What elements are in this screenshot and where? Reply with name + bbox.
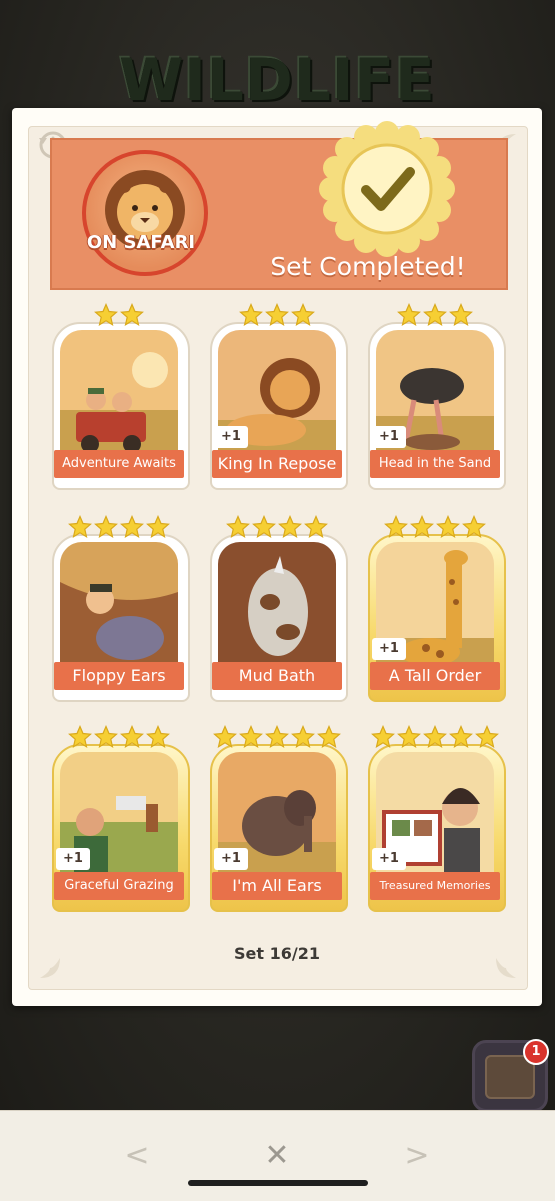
- star-icon: [475, 725, 499, 749]
- sticker-card[interactable]: +1 Graceful Grazing: [52, 722, 190, 912]
- sticker-card[interactable]: +1 Treasured Memories: [368, 722, 506, 912]
- sticker-card[interactable]: +1 I'm All Ears: [210, 722, 348, 912]
- star-icon: [384, 515, 408, 539]
- star-icon: [291, 725, 315, 749]
- close-button[interactable]: ✕: [252, 1131, 302, 1181]
- star-icon: [252, 515, 276, 539]
- star-icon: [226, 515, 250, 539]
- star-icon: [423, 725, 447, 749]
- previous-button[interactable]: <: [112, 1131, 162, 1181]
- sticker-label: Head in the Sand: [370, 450, 500, 478]
- star-rating: [52, 722, 186, 752]
- lion-set-icon: [82, 150, 208, 276]
- star-icon: [146, 515, 170, 539]
- duplicate-count: +1: [214, 426, 248, 448]
- star-icon: [265, 303, 289, 327]
- sticker-art-jeep: [60, 330, 178, 462]
- next-button[interactable]: >: [392, 1131, 442, 1181]
- set-completed-text: Set Completed!: [270, 252, 466, 281]
- star-icon: [94, 515, 118, 539]
- star-icon: [436, 515, 460, 539]
- sticker-card[interactable]: +1 Head in the Sand: [368, 300, 506, 490]
- star-rating: [368, 722, 502, 752]
- sticker-label: King In Repose: [212, 450, 342, 478]
- star-icon: [278, 515, 302, 539]
- sticker-card[interactable]: +1 A Tall Order: [368, 512, 506, 702]
- set-name: ON SAFARI: [86, 232, 196, 253]
- star-rating: [368, 300, 502, 330]
- sticker-label: Adventure Awaits: [54, 450, 184, 478]
- star-icon: [94, 303, 118, 327]
- star-icon: [462, 515, 486, 539]
- star-icon: [317, 725, 341, 749]
- star-rating: [368, 512, 502, 542]
- star-icon: [449, 725, 473, 749]
- star-rating: [210, 722, 344, 752]
- star-icon: [449, 303, 473, 327]
- sticker-art-rhino: [218, 542, 336, 674]
- duplicate-count: +1: [372, 426, 406, 448]
- star-icon: [120, 303, 144, 327]
- star-icon: [291, 303, 315, 327]
- star-icon: [239, 725, 263, 749]
- duplicate-count: +1: [372, 848, 406, 870]
- sticker-label: I'm All Ears: [212, 872, 342, 900]
- album-title: WILDLIFE: [119, 46, 436, 114]
- sticker-label: Mud Bath: [212, 662, 342, 690]
- sticker-label: A Tall Order: [370, 662, 500, 690]
- duplicate-count: +1: [56, 848, 90, 870]
- album-book-button[interactable]: 1: [472, 1039, 549, 1112]
- star-icon: [371, 725, 395, 749]
- star-icon: [213, 725, 237, 749]
- star-icon: [68, 725, 92, 749]
- notification-badge: 1: [523, 1039, 549, 1065]
- duplicate-count: +1: [372, 638, 406, 660]
- star-rating: [52, 300, 186, 330]
- star-icon: [265, 725, 289, 749]
- duplicate-count: +1: [214, 848, 248, 870]
- sticker-set-card: ON SAFARI Set Completed! Adventure Await…: [12, 108, 542, 1006]
- sticker-card[interactable]: Mud Bath: [210, 512, 348, 702]
- star-icon: [397, 303, 421, 327]
- sticker-label: Treasured Memories: [370, 872, 500, 900]
- sticker-art-hippo: [60, 542, 178, 674]
- sticker-card[interactable]: +1 King In Repose: [210, 300, 348, 490]
- checkmark-seal-icon: [319, 121, 455, 257]
- star-icon: [239, 303, 263, 327]
- sticker-label: Graceful Grazing: [54, 872, 184, 900]
- star-icon: [423, 303, 447, 327]
- star-rating: [210, 512, 344, 542]
- star-icon: [397, 725, 421, 749]
- star-icon: [94, 725, 118, 749]
- set-progress-text: Set 16/21: [234, 944, 320, 963]
- star-icon: [146, 725, 170, 749]
- star-icon: [68, 515, 92, 539]
- sticker-label: Floppy Ears: [54, 662, 184, 690]
- bottom-nav-bar: < ✕ >: [0, 1110, 555, 1201]
- star-rating: [210, 300, 344, 330]
- star-icon: [304, 515, 328, 539]
- sticker-card[interactable]: Floppy Ears: [52, 512, 190, 702]
- sticker-card[interactable]: Adventure Awaits: [52, 300, 190, 490]
- star-icon: [410, 515, 434, 539]
- star-icon: [120, 725, 144, 749]
- star-rating: [52, 512, 186, 542]
- star-icon: [120, 515, 144, 539]
- set-header: ON SAFARI Set Completed!: [50, 121, 508, 290]
- home-indicator: [188, 1180, 368, 1186]
